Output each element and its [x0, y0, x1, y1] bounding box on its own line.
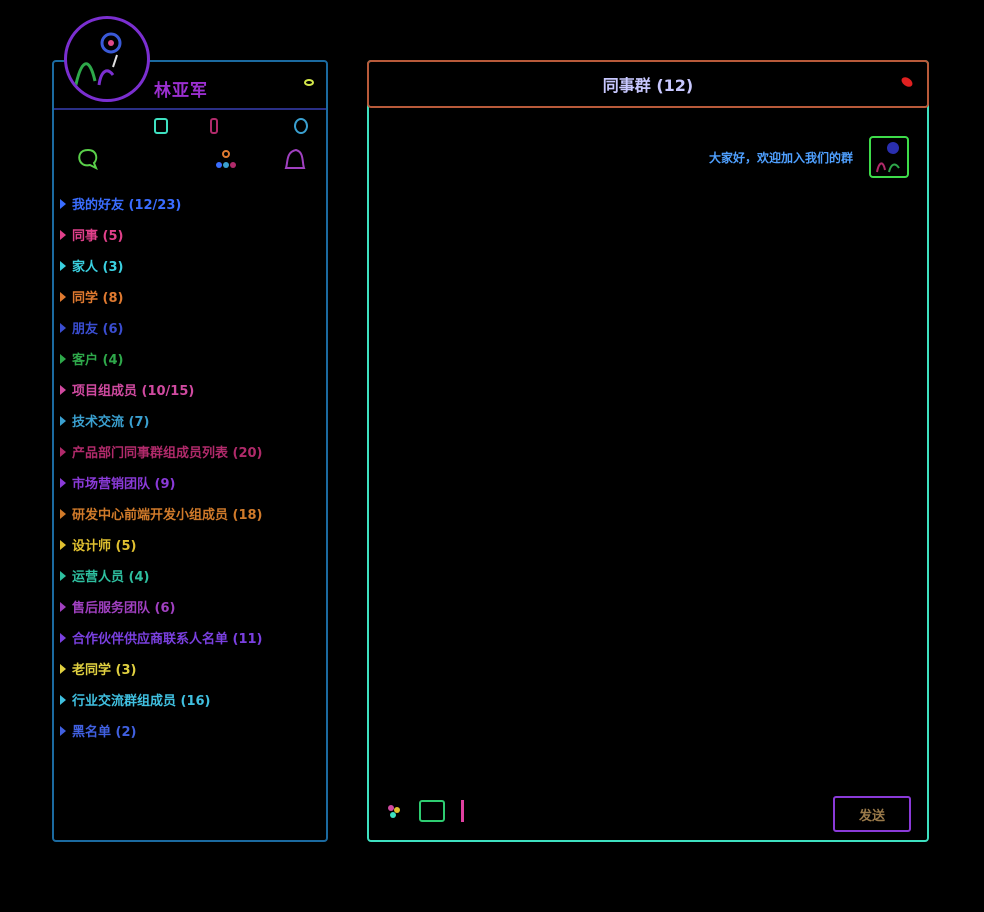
group-item[interactable]: 老同学 (3) — [60, 653, 320, 684]
group-item[interactable]: 我的好友 (12/23) — [60, 188, 320, 219]
caret-right-icon — [60, 694, 66, 705]
avatar-figure-icon — [876, 142, 900, 173]
avatar-figure-icon — [73, 32, 122, 90]
caret-right-icon — [60, 539, 66, 550]
caret-right-icon — [60, 353, 66, 364]
group-icon[interactable] — [214, 148, 238, 172]
caret-right-icon — [60, 415, 66, 426]
message-row: 大家好，欢迎加入我们的群 — [709, 136, 909, 178]
text-cursor[interactable] — [461, 800, 464, 822]
caret-right-icon — [60, 322, 66, 333]
close-icon[interactable] — [899, 75, 915, 89]
group-item[interactable]: 朋友 (6) — [60, 312, 320, 343]
group-label: 朋友 (6) — [72, 322, 124, 337]
tab-messages[interactable] — [154, 118, 168, 134]
group-item[interactable]: 合作伙伴供应商联系人名单 (11) — [60, 622, 320, 653]
group-label: 家人 (3) — [72, 260, 124, 275]
caret-right-icon — [60, 508, 66, 519]
group-item[interactable]: 研发中心前端开发小组成员 (18) — [60, 498, 320, 529]
group-label: 行业交流群组成员 (16) — [72, 694, 211, 709]
contact-group-list: 我的好友 (12/23) 同事 (5) 家人 (3) 同学 (8) 朋友 (6)… — [60, 188, 320, 746]
group-item[interactable]: 售后服务团队 (6) — [60, 591, 320, 622]
emoji-icon[interactable] — [385, 802, 403, 820]
group-label: 产品部门同事群组成员列表 (20) — [72, 446, 263, 461]
group-label: 项目组成员 (10/15) — [72, 384, 195, 399]
group-label: 同学 (8) — [72, 291, 124, 306]
caret-right-icon — [60, 570, 66, 581]
group-item[interactable]: 同学 (8) — [60, 281, 320, 312]
composer-toolbar — [385, 800, 464, 822]
sender-avatar[interactable] — [869, 136, 909, 178]
group-label: 技术交流 (7) — [72, 415, 150, 430]
chat-title: 同事群 (12) — [602, 76, 694, 95]
contact-panel: 林亚军 我的好友 (12/23) 同事 (5) 家人 (3) 同学 (8) 朋友… — [52, 16, 328, 842]
group-label: 我的好友 (12/23) — [72, 198, 182, 213]
group-item[interactable]: 技术交流 (7) — [60, 405, 320, 436]
group-label: 运营人员 (4) — [72, 570, 150, 585]
send-button[interactable]: 发送 — [833, 796, 911, 832]
group-label: 售后服务团队 (6) — [72, 601, 176, 616]
group-item[interactable]: 家人 (3) — [60, 250, 320, 281]
chat-panel: 同事群 (12) 大家好，欢迎加入我们的群 发送 — [367, 60, 929, 842]
group-item[interactable]: 黑名单 (2) — [60, 715, 320, 746]
caret-right-icon — [60, 477, 66, 488]
user-name[interactable]: 林亚军 — [154, 76, 208, 101]
group-item[interactable]: 市场营销团队 (9) — [60, 467, 320, 498]
message-text: 大家好，欢迎加入我们的群 — [708, 150, 853, 165]
caret-right-icon — [60, 198, 66, 209]
image-icon[interactable] — [419, 800, 445, 822]
group-item[interactable]: 同事 (5) — [60, 219, 320, 250]
chat-header: 同事群 (12) — [367, 60, 929, 108]
chat-bubble-icon[interactable] — [76, 148, 100, 170]
group-item[interactable]: 客户 (4) — [60, 343, 320, 374]
caret-right-icon — [60, 229, 66, 240]
group-label: 同事 (5) — [72, 229, 124, 244]
group-label: 设计师 (5) — [72, 539, 137, 554]
caret-right-icon — [60, 725, 66, 736]
group-item[interactable]: 设计师 (5) — [60, 529, 320, 560]
group-item[interactable]: 项目组成员 (10/15) — [60, 374, 320, 405]
caret-right-icon — [60, 663, 66, 674]
user-avatar[interactable] — [64, 16, 150, 102]
caret-right-icon — [60, 291, 66, 302]
group-item[interactable]: 行业交流群组成员 (16) — [60, 684, 320, 715]
group-label: 合作伙伴供应商联系人名单 (11) — [72, 632, 263, 647]
tab-search[interactable] — [294, 118, 308, 134]
group-item[interactable]: 产品部门同事群组成员列表 (20) — [60, 436, 320, 467]
profile-header: 林亚军 — [54, 16, 326, 110]
tab-contacts[interactable] — [210, 118, 218, 134]
group-label: 老同学 (3) — [72, 663, 137, 678]
group-label: 客户 (4) — [72, 353, 124, 368]
chevron-down-icon[interactable] — [304, 79, 314, 86]
caret-right-icon — [60, 260, 66, 271]
group-item[interactable]: 运营人员 (4) — [60, 560, 320, 591]
caret-right-icon — [60, 384, 66, 395]
caret-right-icon — [60, 446, 66, 457]
caret-right-icon — [60, 632, 66, 643]
group-label: 黑名单 (2) — [72, 725, 137, 740]
caret-right-icon — [60, 601, 66, 612]
bell-icon[interactable] — [282, 148, 308, 172]
contact-tabs — [54, 118, 326, 138]
group-label: 研发中心前端开发小组成员 (18) — [72, 508, 263, 523]
action-icons — [54, 148, 326, 174]
group-label: 市场营销团队 (9) — [72, 477, 176, 492]
